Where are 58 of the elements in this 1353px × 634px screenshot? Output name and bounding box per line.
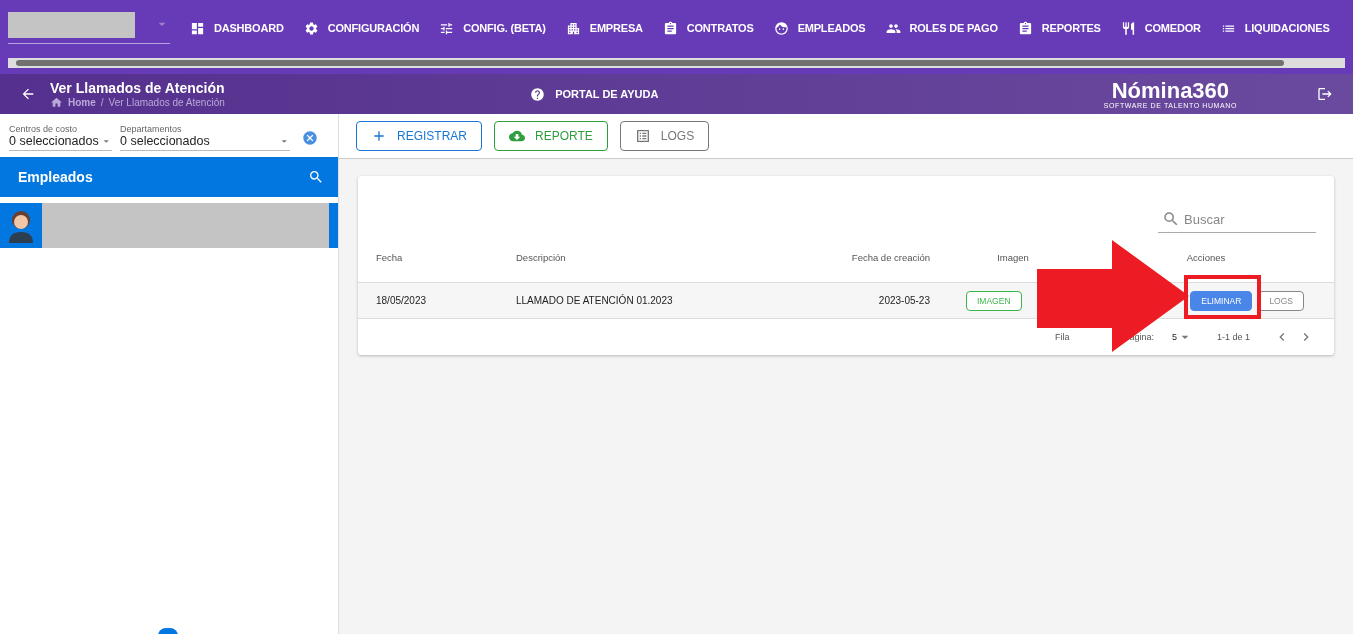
- pagination-label: agina:: [1129, 332, 1154, 342]
- building-icon: [565, 20, 581, 36]
- avatar-icon: [8, 208, 34, 243]
- search-icon[interactable]: [308, 169, 324, 185]
- breadcrumb-link[interactable]: Home: [68, 96, 96, 108]
- scrollbar[interactable]: [8, 58, 1345, 68]
- table-cell: 2023-05-23: [878, 295, 930, 306]
- filter-select[interactable]: Centros de costo 0 seleccionados: [9, 124, 112, 151]
- clipboard-icon: [662, 20, 678, 36]
- nav-link[interactable]: EMPRESA: [565, 20, 643, 36]
- utensils-icon: [1120, 20, 1136, 36]
- logs-button[interactable]: LOGS: [1258, 290, 1304, 311]
- breadcrumb-current: Ver Llamados de Atención: [108, 96, 225, 108]
- search-icon: [1162, 210, 1180, 228]
- nav-link[interactable]: DASHBOARD: [190, 20, 284, 36]
- toolbar-button[interactable]: REGISTRAR: [356, 121, 482, 151]
- grid-icon: [190, 20, 205, 36]
- nav-link[interactable]: ROLES DE PAGO: [885, 20, 998, 36]
- employees-title: Empleados: [18, 169, 93, 185]
- nav-link[interactable]: REPORTES: [1017, 20, 1101, 36]
- nav-link[interactable]: EMPLEADOS: [773, 20, 866, 36]
- column-header: Descripción: [516, 252, 566, 263]
- breadcrumb-separator: /: [100, 96, 104, 108]
- table-cell: 18/05/2023: [376, 295, 427, 306]
- nav-link[interactable]: CONTRATOS: [662, 20, 754, 36]
- company-select[interactable]: [8, 12, 170, 44]
- search-field[interactable]: Buscar: [1158, 206, 1316, 233]
- help-icon: [530, 86, 546, 102]
- table-cell: LLAMADO DE ATENCIÓN 01.2023: [516, 295, 673, 306]
- face-icon: [773, 20, 789, 36]
- nav-link[interactable]: CONFIG. (BETA): [439, 20, 546, 36]
- clipboard-icon: [1017, 20, 1033, 36]
- logo: Nómina360: [1111, 79, 1230, 102]
- plus-icon: [371, 128, 387, 144]
- logout-icon[interactable]: [1317, 86, 1333, 102]
- sliders-icon: [439, 20, 455, 36]
- gear-icon: [303, 20, 319, 36]
- back-icon[interactable]: [20, 86, 36, 102]
- help-link[interactable]: PORTAL DE AYUDA: [530, 86, 659, 102]
- nav-link[interactable]: COMEDOR: [1120, 20, 1201, 36]
- rows-per-page-select[interactable]: 5: [1171, 329, 1193, 345]
- cloud-download-icon: [509, 128, 525, 144]
- toolbar-button[interactable]: LOGS: [619, 121, 710, 151]
- pagination-range: 1-1 de 1: [1216, 332, 1250, 342]
- column-header: Acciones: [1186, 252, 1226, 263]
- nav-link[interactable]: LIQUIDACIONES: [1220, 20, 1330, 36]
- list-icon: [634, 128, 651, 144]
- column-header: Fecha de creación: [851, 252, 930, 263]
- page-title: Ver Llamados de Atención: [50, 79, 225, 96]
- pagination-label: Fila: [1054, 332, 1070, 342]
- employee-item[interactable]: [0, 203, 338, 248]
- home-icon: [50, 95, 63, 109]
- filter-select[interactable]: Departamentos 0 seleccionados: [120, 124, 290, 151]
- column-header: Fecha: [376, 252, 403, 263]
- delete-button[interactable]: ELIMINAR: [1190, 290, 1253, 311]
- clear-icon[interactable]: [302, 129, 318, 146]
- column-header: Imagen: [997, 252, 1029, 263]
- nav-link[interactable]: CONFIGURACIÓN: [303, 20, 420, 36]
